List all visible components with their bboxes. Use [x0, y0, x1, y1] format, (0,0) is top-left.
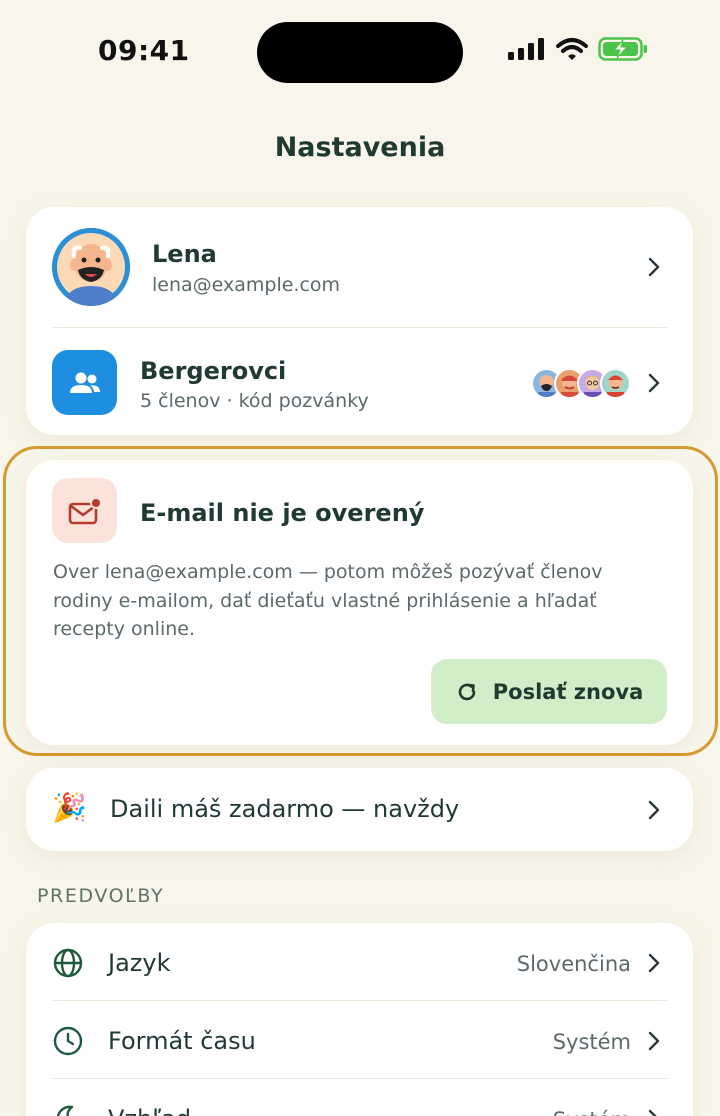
free-forever-label: Daili máš zadarmo — navždy [110, 795, 460, 823]
resend-button[interactable]: Poslať znova [431, 659, 667, 724]
chevron-right-icon [648, 800, 660, 820]
pref-value: Slovenčina [516, 952, 631, 976]
moon-icon [56, 1105, 74, 1116]
section-label-preferences: PREDVOĽBY [37, 885, 165, 907]
pref-label: Formát času [108, 1027, 256, 1055]
wifi-icon [556, 38, 588, 60]
status-time: 09:41 [98, 34, 190, 67]
resend-button-label: Poslať znova [492, 679, 644, 704]
family-subtitle: 5 členov · kód pozvánky [140, 390, 369, 412]
pref-label: Vzhľad [108, 1105, 191, 1116]
email-verification-card: E-mail nie je overený Over lena@example.… [26, 460, 693, 745]
status-icons [508, 36, 648, 62]
profile-email: lena@example.com [152, 274, 341, 296]
member-avatars [531, 368, 631, 399]
party-popper-icon: 🎉 [52, 791, 87, 824]
free-forever-row[interactable]: 🎉 Daili máš zadarmo — navždy [26, 768, 693, 851]
pref-value: Systém [552, 1030, 631, 1054]
verification-description: Over lena@example.com — potom môžeš pozý… [53, 561, 603, 640]
account-card: Lena lena@example.com Bergerovci 5 členo… [26, 207, 693, 435]
divider [52, 327, 667, 328]
verification-title: E-mail nie je overený [140, 499, 425, 527]
chevron-right-icon [648, 1109, 657, 1116]
mail-alert-icon [52, 478, 117, 543]
battery-charging-icon [598, 37, 647, 61]
preferences-card: Jazyk Slovenčina Formát času Systém Vzhľ… [26, 923, 693, 1116]
pref-value: Systém [553, 1108, 631, 1116]
dynamic-island [257, 22, 463, 83]
pref-label: Jazyk [108, 949, 171, 977]
page-title: Nastavenia [274, 132, 446, 163]
clock-icon [53, 1026, 83, 1056]
divider [52, 1000, 667, 1001]
refresh-icon [458, 683, 476, 700]
chevron-right-icon [648, 373, 660, 393]
family-group-icon [52, 350, 117, 415]
status-bar: 09:41 [0, 0, 720, 110]
chevron-right-icon [648, 1031, 660, 1051]
family-name: Bergerovci [140, 357, 287, 385]
chevron-right-icon [648, 257, 660, 277]
signal-icon [508, 38, 544, 60]
divider [52, 1078, 667, 1079]
chevron-right-icon [648, 953, 660, 973]
member-avatar [600, 368, 631, 399]
profile-name: Lena [152, 240, 217, 268]
globe-icon [53, 948, 83, 978]
avatar [52, 228, 130, 306]
